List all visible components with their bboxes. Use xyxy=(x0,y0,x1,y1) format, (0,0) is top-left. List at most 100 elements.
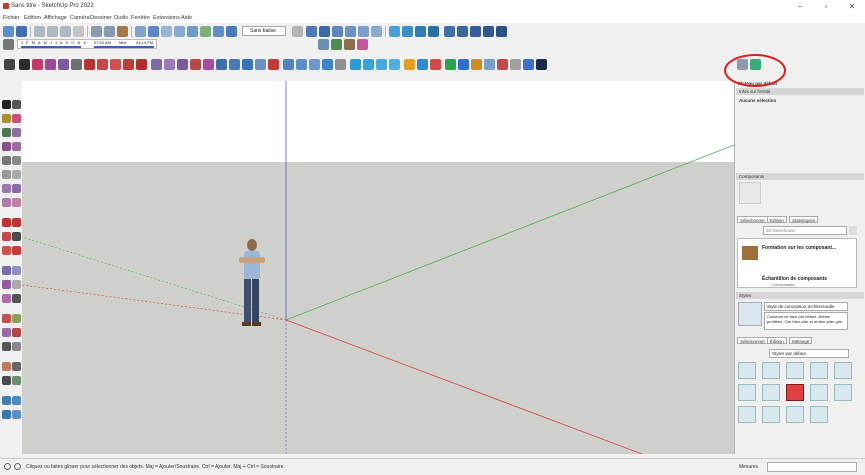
style-thumbnail[interactable] xyxy=(834,362,852,379)
dimension-icon[interactable] xyxy=(164,59,175,70)
eraser-icon[interactable] xyxy=(357,39,368,50)
styles-tab-edit[interactable]: Édition xyxy=(767,337,787,344)
shadow-timeline[interactable]: J F M A M J J A S O N D 07:53 AM Midi 04… xyxy=(17,39,157,49)
pan-icon[interactable] xyxy=(12,314,21,323)
layout-icon[interactable] xyxy=(389,59,400,70)
share-icon[interactable] xyxy=(2,410,11,419)
front-view-icon[interactable] xyxy=(332,26,343,37)
section-plane-icon[interactable] xyxy=(389,26,400,37)
measurements-input[interactable] xyxy=(767,462,857,472)
back-view-icon[interactable] xyxy=(358,26,369,37)
style-thumbnail[interactable] xyxy=(834,384,852,401)
previous-view-icon[interactable] xyxy=(12,342,21,351)
info-icon[interactable] xyxy=(536,59,547,70)
offset-tool-icon[interactable] xyxy=(136,59,147,70)
scale-tool-icon[interactable] xyxy=(123,59,134,70)
zoom-extents-icon[interactable] xyxy=(2,342,11,351)
shape-tool-icon[interactable] xyxy=(71,59,82,70)
three-point-arc-icon[interactable] xyxy=(12,198,21,207)
axes-icon[interactable] xyxy=(2,294,11,303)
warehouse-icon[interactable] xyxy=(350,59,361,70)
print-icon[interactable] xyxy=(117,26,128,37)
styles-dropdown[interactable]: Styles par défaut xyxy=(769,349,849,358)
styles-tab-select[interactable]: Sélectionner xyxy=(737,337,769,344)
components-tab-edit[interactable]: Edition xyxy=(767,216,787,223)
arc-icon[interactable] xyxy=(2,184,11,193)
components-tab-select[interactable]: Sélectionner xyxy=(737,216,769,223)
wireframe-icon[interactable] xyxy=(148,26,159,37)
pie-icon[interactable] xyxy=(2,198,11,207)
erase-icon[interactable] xyxy=(73,26,84,37)
search-icon[interactable] xyxy=(4,59,15,70)
two-point-arc-icon[interactable] xyxy=(12,184,21,193)
rotate-icon[interactable] xyxy=(2,232,11,241)
scenes-icon[interactable] xyxy=(496,26,507,37)
rectangle-icon[interactable] xyxy=(2,156,11,165)
styles-header[interactable]: Styles xyxy=(736,292,864,299)
menu-dessiner[interactable]: Dessiner xyxy=(90,15,112,21)
3d-text-icon[interactable] xyxy=(216,59,227,70)
scale-icon[interactable] xyxy=(2,246,11,255)
walk-icon[interactable] xyxy=(2,376,11,385)
style-thumbnail[interactable] xyxy=(762,406,780,423)
trim-icon[interactable] xyxy=(471,59,482,70)
style-thumbnail[interactable] xyxy=(738,362,756,379)
rotate-tool-icon[interactable] xyxy=(110,59,121,70)
look-around-icon[interactable] xyxy=(296,59,307,70)
component-item-title[interactable]: Formation sur les composant... xyxy=(762,245,836,251)
freehand-icon[interactable] xyxy=(12,142,21,151)
textured-icon[interactable] xyxy=(187,26,198,37)
select-tool-icon[interactable] xyxy=(318,39,329,50)
top-view-icon[interactable] xyxy=(319,26,330,37)
tag-settings-icon[interactable] xyxy=(292,26,303,37)
menu-fichier[interactable]: Fichier xyxy=(3,15,20,21)
rotated-rectangle-icon[interactable] xyxy=(12,156,21,165)
style-thumbnail[interactable] xyxy=(810,384,828,401)
layers-icon[interactable] xyxy=(483,26,494,37)
select-arrow-icon[interactable] xyxy=(19,59,30,70)
outer-shell-icon[interactable] xyxy=(417,59,428,70)
zoom-icon[interactable] xyxy=(255,59,266,70)
position-camera-icon[interactable] xyxy=(2,362,11,371)
share-model-icon[interactable] xyxy=(376,59,387,70)
style-thumbnail[interactable] xyxy=(738,384,756,401)
menu-extensions[interactable]: Extensions xyxy=(153,15,180,21)
styles-tab-mix[interactable]: Mélange xyxy=(789,337,813,344)
position-camera-icon[interactable] xyxy=(309,59,320,70)
photo-texture-icon[interactable] xyxy=(510,59,521,70)
warehouse-icon[interactable] xyxy=(2,396,11,405)
circle-icon[interactable] xyxy=(2,170,11,179)
zoom-icon[interactable] xyxy=(2,328,11,337)
line-icon[interactable] xyxy=(2,142,11,151)
group-icon[interactable] xyxy=(457,26,468,37)
back-edges-icon[interactable] xyxy=(213,26,224,37)
paste-icon[interactable] xyxy=(60,26,71,37)
style-thumbnail[interactable] xyxy=(762,362,780,379)
entity-info-header[interactable]: Infos sur l'entité xyxy=(736,88,864,95)
search-icon[interactable] xyxy=(849,226,857,235)
subtract-icon[interactable] xyxy=(458,59,469,70)
orbit-icon[interactable] xyxy=(2,314,11,323)
hidden-line-icon[interactable] xyxy=(161,26,172,37)
iso-view-icon[interactable] xyxy=(306,26,317,37)
orbit-icon[interactable] xyxy=(229,59,240,70)
move-tool-icon[interactable] xyxy=(97,59,108,70)
paint-bucket-icon[interactable] xyxy=(331,39,342,50)
section-fill-icon[interactable] xyxy=(428,26,439,37)
layout-send-icon[interactable] xyxy=(12,410,21,419)
modeling-viewport[interactable] xyxy=(22,81,734,454)
style-thumbnail[interactable] xyxy=(762,384,780,401)
tag-select[interactable]: Sans balise xyxy=(242,26,286,36)
pencil-icon[interactable] xyxy=(12,128,21,137)
style-thumbnail[interactable] xyxy=(810,406,828,423)
time-slider[interactable] xyxy=(94,46,154,48)
push-pull-icon[interactable] xyxy=(12,218,21,227)
section-cut-icon[interactable] xyxy=(415,26,426,37)
open-icon[interactable] xyxy=(3,26,14,37)
union-icon[interactable] xyxy=(445,59,456,70)
zoom-window-icon[interactable] xyxy=(12,328,21,337)
style-thumbnail[interactable] xyxy=(810,362,828,379)
lasso-icon[interactable] xyxy=(12,100,21,109)
extension-warehouse-icon[interactable] xyxy=(363,59,374,70)
arc-tool-icon[interactable] xyxy=(58,59,69,70)
